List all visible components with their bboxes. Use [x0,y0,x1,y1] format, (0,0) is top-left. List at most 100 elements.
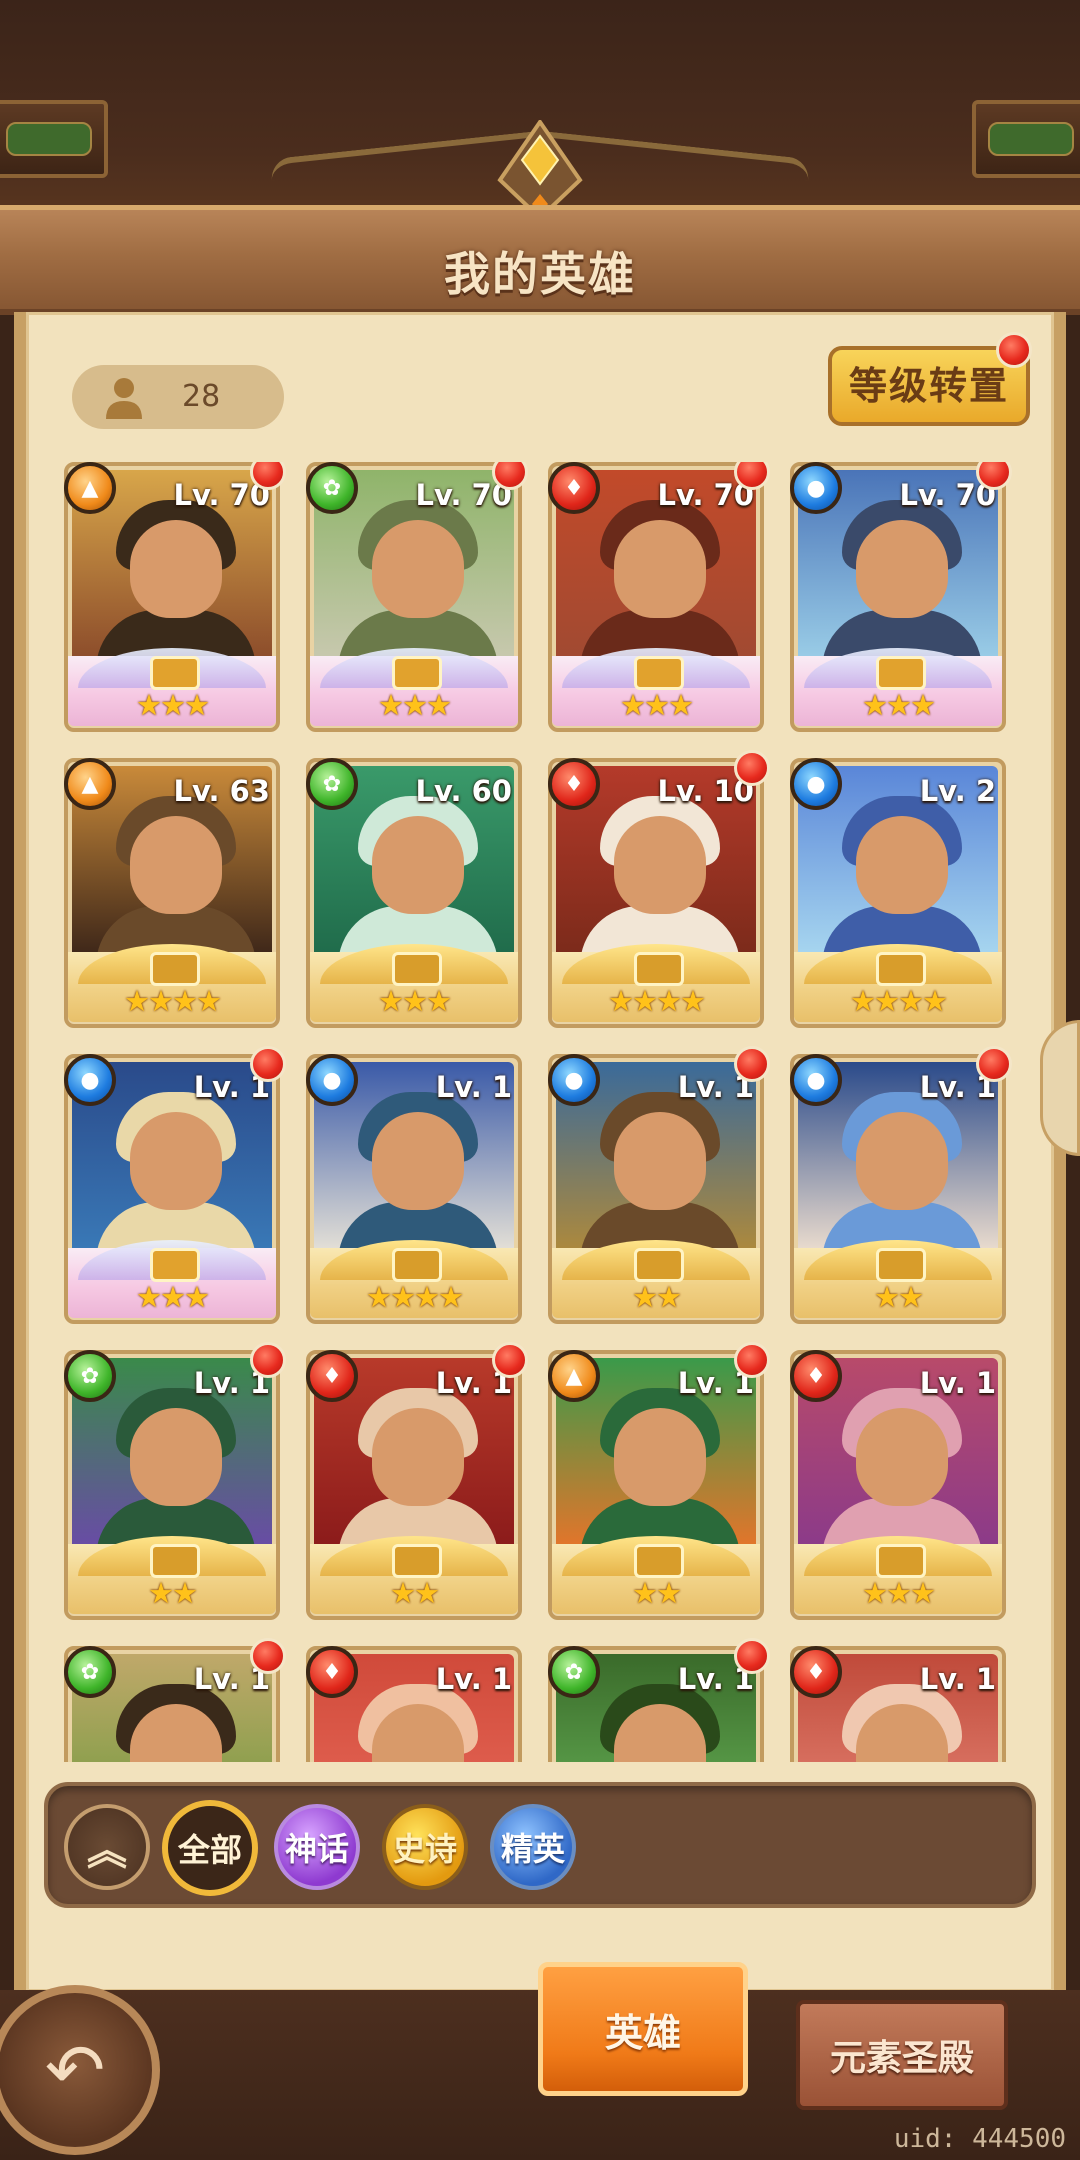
right-pillar-decoration [972,100,1080,178]
reset-notification-dot [996,332,1032,368]
rarity-emblem-icon [150,1544,200,1578]
rarity-emblem-icon [876,952,926,986]
light-element-icon: ▲ [548,1350,600,1402]
hero-level: Lv. 1 [435,1070,512,1104]
hero-card[interactable]: ★★★ Lv. 60 ✿ [306,758,522,1028]
rarity-emblem-icon [150,1248,200,1282]
hero-card[interactable]: ★★ Lv. 1 ✿ [64,1342,286,1620]
rarity-emblem-icon [634,656,684,690]
hero-card[interactable]: ★★★ Lv. 70 ✿ [306,462,528,732]
hero-card[interactable]: ★★★★ Lv. 10 ♦ [548,750,770,1028]
star-rating: ★★ [632,1576,682,1610]
rarity-emblem-icon [876,1544,926,1578]
double-chevron-up-icon: ︽ [87,1828,127,1874]
water-element-icon: ● [790,462,842,514]
hero-level: Lv. 1 [919,1366,996,1400]
hero-count-badge: 28 [72,365,284,429]
light-element-icon: ▲ [64,758,116,810]
filter-mythic-button[interactable]: 神话 [274,1804,360,1890]
page-title: 我的英雄 [444,247,636,301]
star-rating: ★★★★ [850,984,948,1018]
fire-element-icon: ♦ [306,1350,358,1402]
notification-dot [250,1638,286,1674]
fire-element-icon: ♦ [790,1646,842,1698]
left-pillar-decoration [0,100,108,178]
nature-element-icon: ✿ [64,1646,116,1698]
notification-dot [250,1046,286,1082]
hero-card[interactable]: ★★★★ Lv. 2 ● [790,758,1006,1028]
collapse-button[interactable]: ︽ [64,1804,150,1890]
rarity-emblem-icon [150,952,200,986]
notification-dot [734,750,770,786]
hero-card[interactable]: ★★★ Lv. 70 ● [790,462,1012,732]
star-rating: ★★★ [136,688,210,722]
fire-element-icon: ♦ [548,758,600,810]
notification-dot [734,1342,770,1378]
star-rating: ★★★ [136,1280,210,1314]
nature-element-icon: ✿ [306,462,358,514]
nature-element-icon: ✿ [306,758,358,810]
hero-card[interactable]: ★★★ Lv. 1 ● [64,1046,286,1324]
hero-level: Lv. 60 [415,774,513,808]
star-rating: ★★ [632,1280,682,1314]
notification-dot [250,1342,286,1378]
rarity-emblem-icon [634,1248,684,1282]
star-rating: ★★ [874,1280,924,1314]
hero-card[interactable]: Lv. 1 ♦ [306,1646,522,1762]
person-icon [106,378,142,419]
rarity-emblem-icon [150,656,200,690]
rarity-emblem-icon [876,1248,926,1282]
filter-bar: ︽ 全部 神话 史诗 精英 [44,1782,1036,1908]
user-id: uid: 444500 [893,2124,1066,2154]
hero-card[interactable]: ★★★★ Lv. 1 ● [306,1054,522,1324]
water-element-icon: ● [548,1054,600,1106]
filter-elite-button[interactable]: 精英 [490,1804,576,1890]
fire-element-icon: ♦ [306,1646,358,1698]
rarity-emblem-icon [392,952,442,986]
star-rating: ★★★★ [124,984,222,1018]
hero-card[interactable]: ★★ Lv. 1 ▲ [548,1342,770,1620]
hero-grid: ★★★ Lv. 70 ▲ ★★★ Lv. 70 ✿ ★★★ Lv. 70 ♦ ★★★ Lv. 70 ●… [64,462,1024,1762]
star-rating: ★★★★ [366,1280,464,1314]
star-rating: ★★★ [378,688,452,722]
tab-heroes[interactable]: 英雄 [538,1962,748,2096]
nature-element-icon: ✿ [548,1646,600,1698]
hero-card[interactable]: ★★ Lv. 1 ● [790,1046,1012,1324]
hero-count: 28 [182,379,221,414]
star-rating: ★★★ [862,1576,936,1610]
notification-dot [734,1638,770,1674]
star-rating: ★★★ [620,688,694,722]
side-handle[interactable] [1040,1020,1080,1156]
star-rating: ★★★ [862,688,936,722]
hero-card[interactable]: Lv. 1 ♦ [790,1646,1006,1762]
hero-level: Lv. 1 [435,1662,512,1696]
fire-element-icon: ♦ [790,1350,842,1402]
water-element-icon: ● [64,1054,116,1106]
fire-element-icon: ♦ [548,462,600,514]
hero-card[interactable]: Lv. 1 ✿ [548,1638,770,1762]
notification-dot [734,1046,770,1082]
filter-all-button[interactable]: 全部 [162,1800,258,1896]
light-element-icon: ▲ [64,462,116,514]
rarity-emblem-icon [392,1248,442,1282]
star-rating: ★★ [390,1576,440,1610]
water-element-icon: ● [790,1054,842,1106]
hero-card[interactable]: ★★ Lv. 1 ● [548,1046,770,1324]
hero-card[interactable]: ★★★ Lv. 70 ♦ [548,462,770,732]
nature-element-icon: ✿ [64,1350,116,1402]
rarity-emblem-icon [634,952,684,986]
notification-dot [976,1046,1012,1082]
star-rating: ★★★ [378,984,452,1018]
hero-card[interactable]: ★★★ Lv. 1 ♦ [790,1350,1006,1620]
hero-card[interactable]: ★★★ Lv. 70 ▲ [64,462,286,732]
star-rating: ★★★★ [608,984,706,1018]
rarity-emblem-icon [392,656,442,690]
hero-card[interactable]: ★★ Lv. 1 ♦ [306,1342,528,1620]
back-arrow-icon: ↶ [44,2028,106,2112]
star-rating: ★★ [148,1576,198,1610]
tab-element-temple[interactable]: 元素圣殿 [796,2000,1008,2110]
filter-epic-button[interactable]: 史诗 [382,1804,468,1890]
hero-card[interactable]: Lv. 1 ✿ [64,1638,286,1762]
hero-card[interactable]: ★★★★ Lv. 63 ▲ [64,758,280,1028]
water-element-icon: ● [790,758,842,810]
